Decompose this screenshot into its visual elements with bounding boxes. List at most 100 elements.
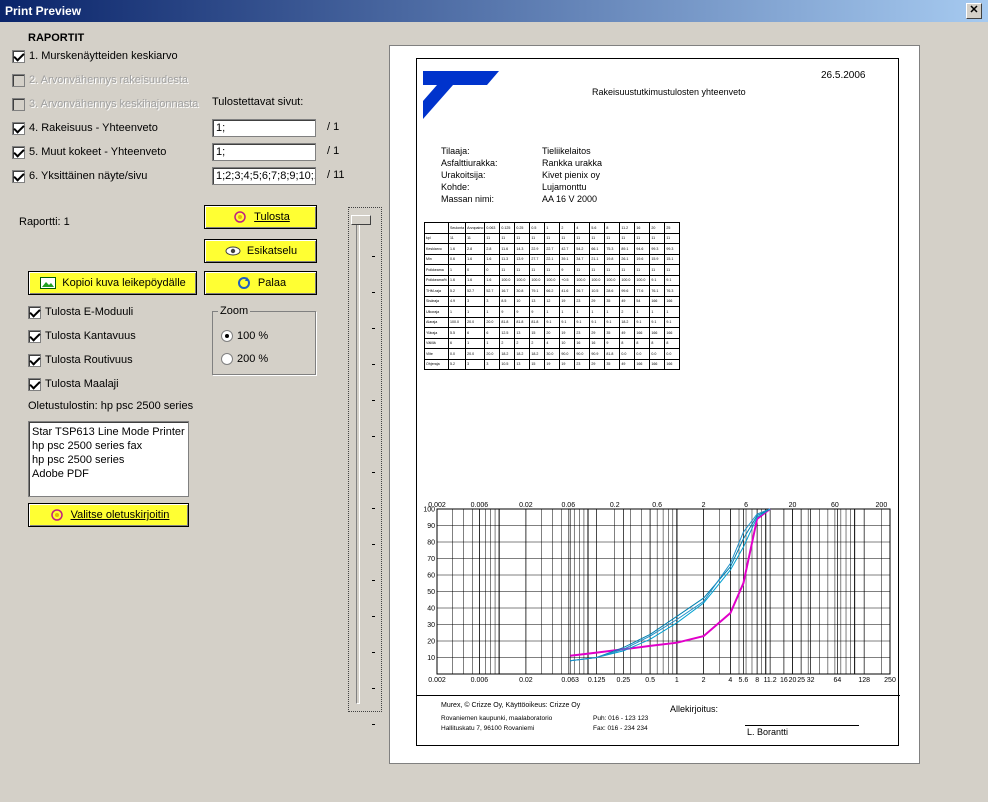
pages-input-muut-kokeet[interactable]: 1; bbox=[212, 143, 316, 161]
table-cell: Viite bbox=[424, 348, 449, 360]
report-checkbox-5[interactable]: 5. Muut kokeet - Yhteenveto bbox=[12, 144, 166, 160]
checkbox[interactable] bbox=[12, 49, 25, 63]
option-checkbox-4[interactable]: Tulosta Maalaji bbox=[28, 376, 119, 392]
table-cell: 100.0 bbox=[574, 274, 591, 286]
table-cell: 1 bbox=[544, 222, 561, 234]
table-cell: 19 bbox=[559, 295, 576, 307]
option-checkbox-2[interactable]: Tulosta Kantavuus bbox=[28, 328, 136, 344]
checkbox[interactable] bbox=[28, 377, 41, 391]
table-cell: 20.0 bbox=[465, 348, 486, 360]
table-cell: 25 bbox=[664, 222, 681, 234]
table-cell: 11 bbox=[514, 264, 531, 276]
table-cell: Ohjeraja bbox=[424, 358, 449, 370]
table-cell: 22.7 bbox=[544, 243, 561, 255]
preview-pane: 26.5.2006 Rakeisuustutkimustulosten yhte… bbox=[389, 45, 920, 764]
table-cell: 100.0 bbox=[514, 274, 531, 286]
slider-tick bbox=[372, 364, 375, 365]
checkbox[interactable] bbox=[12, 121, 25, 135]
table-cell: 2 bbox=[514, 337, 531, 349]
option-checkbox-1[interactable]: Tulosta E-Moduuli bbox=[28, 304, 133, 320]
printer-listbox[interactable]: Star TSP613 Line Mode Printer hp psc 250… bbox=[28, 421, 189, 497]
table-cell: 23 bbox=[574, 295, 591, 307]
pages-input-rakeisuus[interactable]: 1; bbox=[212, 119, 316, 137]
option-label: Tulosta Kantavuus bbox=[45, 330, 136, 342]
zoom-slider[interactable] bbox=[348, 207, 382, 725]
table-cell: 0.0 bbox=[447, 348, 467, 360]
back-button[interactable]: Palaa bbox=[204, 271, 317, 295]
checkbox[interactable] bbox=[28, 329, 41, 343]
table-cell: 35 bbox=[604, 358, 621, 370]
option-label: Tulosta Maalaji bbox=[45, 378, 119, 390]
print-button[interactable]: Tulosta bbox=[204, 205, 317, 229]
table-cell: 35 bbox=[604, 327, 621, 339]
table-cell: Yläraja bbox=[424, 327, 449, 339]
table-row: Ulkoraja 1 1 1 9 9 9 1 1 1 1 1 2 1 1 1 bbox=[424, 306, 681, 318]
chart-bottom-tick-label: 250 bbox=[884, 677, 896, 684]
table-cell: Alaraja bbox=[424, 316, 449, 328]
table-cell: 15.9 bbox=[649, 253, 666, 265]
zoom-200-radio[interactable]: 200 % bbox=[221, 351, 268, 367]
table-cell: 11 bbox=[574, 264, 591, 276]
table-cell: 30.8 bbox=[514, 285, 531, 297]
slider-tick bbox=[372, 652, 375, 653]
table-cell: 8.5 bbox=[499, 295, 516, 307]
table-cell: 16.7 bbox=[499, 285, 516, 297]
table-cell: 0.6 bbox=[447, 253, 467, 265]
table-cell: 52.7 bbox=[484, 285, 501, 297]
radio-200[interactable] bbox=[221, 353, 233, 365]
report-checkbox-1[interactable]: 1. Murskenäytteiden keskiarvo bbox=[12, 48, 178, 64]
report-label: 3. Arvonvähennys keskihajonnasta bbox=[29, 98, 199, 110]
table-cell: 11 bbox=[447, 232, 467, 244]
checkbox[interactable] bbox=[12, 145, 25, 159]
choose-printer-button[interactable]: Valitse oletuskirjoitin bbox=[28, 503, 189, 527]
table-cell: 9 bbox=[499, 306, 516, 318]
checkbox[interactable] bbox=[12, 169, 25, 183]
table-cell: 11 bbox=[619, 232, 636, 244]
pages-input-yksittainen[interactable]: 1;2;3;4;5;6;7;8;9;10;1 bbox=[212, 167, 316, 185]
table-cell: 11 bbox=[465, 232, 486, 244]
table-cell: 90.0 bbox=[574, 348, 591, 360]
report-label: 4. Rakeisuus - Yhteenveto bbox=[29, 122, 158, 134]
printer-option[interactable]: Adobe PDF bbox=[32, 467, 185, 481]
info-value: AA 16 V 2000 bbox=[542, 194, 598, 204]
printer-option[interactable]: Star TSP613 Line Mode Printer bbox=[32, 425, 185, 439]
printer-flower-icon bbox=[231, 209, 249, 225]
table-cell: 6 bbox=[447, 337, 467, 349]
table-row: Min 0.6 1.6 1.6 11.3 13.9 27.7 22.1 39.1 34.7 21.1… bbox=[424, 253, 681, 265]
table-cell: 28.6 bbox=[604, 285, 621, 297]
table-cell: Min bbox=[424, 253, 449, 265]
slider-tick bbox=[372, 328, 375, 329]
table-cell: 23 bbox=[574, 358, 591, 370]
report-checkbox-6[interactable]: 6. Yksittäinen näyte/sivu bbox=[12, 168, 147, 184]
table-cell: 0.0 bbox=[664, 348, 681, 360]
table-cell: 81.8 bbox=[514, 316, 531, 328]
table-cell: 0 bbox=[484, 264, 501, 276]
report-checkbox-4[interactable]: 4. Rakeisuus - Yhteenveto bbox=[12, 120, 158, 136]
copy-clipboard-button[interactable]: Kopioi kuva leikepöydälle bbox=[28, 271, 197, 295]
table-cell: Sisäraja bbox=[424, 295, 449, 307]
slider-thumb[interactable] bbox=[351, 215, 371, 225]
table-row: Yläraja 5.5 6 6 12.5 13 15 20 19 23 29 35 49 166 166 16… bbox=[424, 327, 681, 339]
summary-table-wrap: Seulonta Arvopaino 0.063 0.125 0.25 0.5 1 2 4 5.6… bbox=[424, 222, 681, 370]
refresh-icon bbox=[235, 275, 253, 291]
table-cell: 54.2 bbox=[574, 243, 591, 255]
zoom-100-radio[interactable]: 100 % bbox=[221, 328, 268, 344]
checkbox[interactable] bbox=[28, 305, 41, 319]
table-cell: 99.6 bbox=[619, 285, 636, 297]
close-button[interactable]: ✕ bbox=[966, 3, 982, 19]
chart-bottom-tick-label: 4 bbox=[728, 677, 732, 684]
table-cell: Seulonta bbox=[447, 222, 467, 234]
chart-top-tick-label: 0.6 bbox=[652, 502, 662, 509]
chart-bottom-tick-label: 128 bbox=[858, 677, 870, 684]
table-cell: 20 bbox=[649, 222, 666, 234]
table-cell: 49 bbox=[619, 327, 636, 339]
preview-button[interactable]: Esikatselu bbox=[204, 239, 317, 263]
radio-100[interactable] bbox=[221, 330, 233, 342]
printer-option[interactable]: hp psc 2500 series fax bbox=[32, 439, 185, 453]
printer-option[interactable]: hp psc 2500 series bbox=[32, 453, 185, 467]
chart-bottom-tick-label: 1 bbox=[675, 677, 679, 684]
option-checkbox-3[interactable]: Tulosta Routivuus bbox=[28, 352, 133, 368]
checkbox[interactable] bbox=[28, 353, 41, 367]
table-cell: 1.6 bbox=[484, 274, 501, 286]
table-cell: 9.1 bbox=[649, 316, 666, 328]
